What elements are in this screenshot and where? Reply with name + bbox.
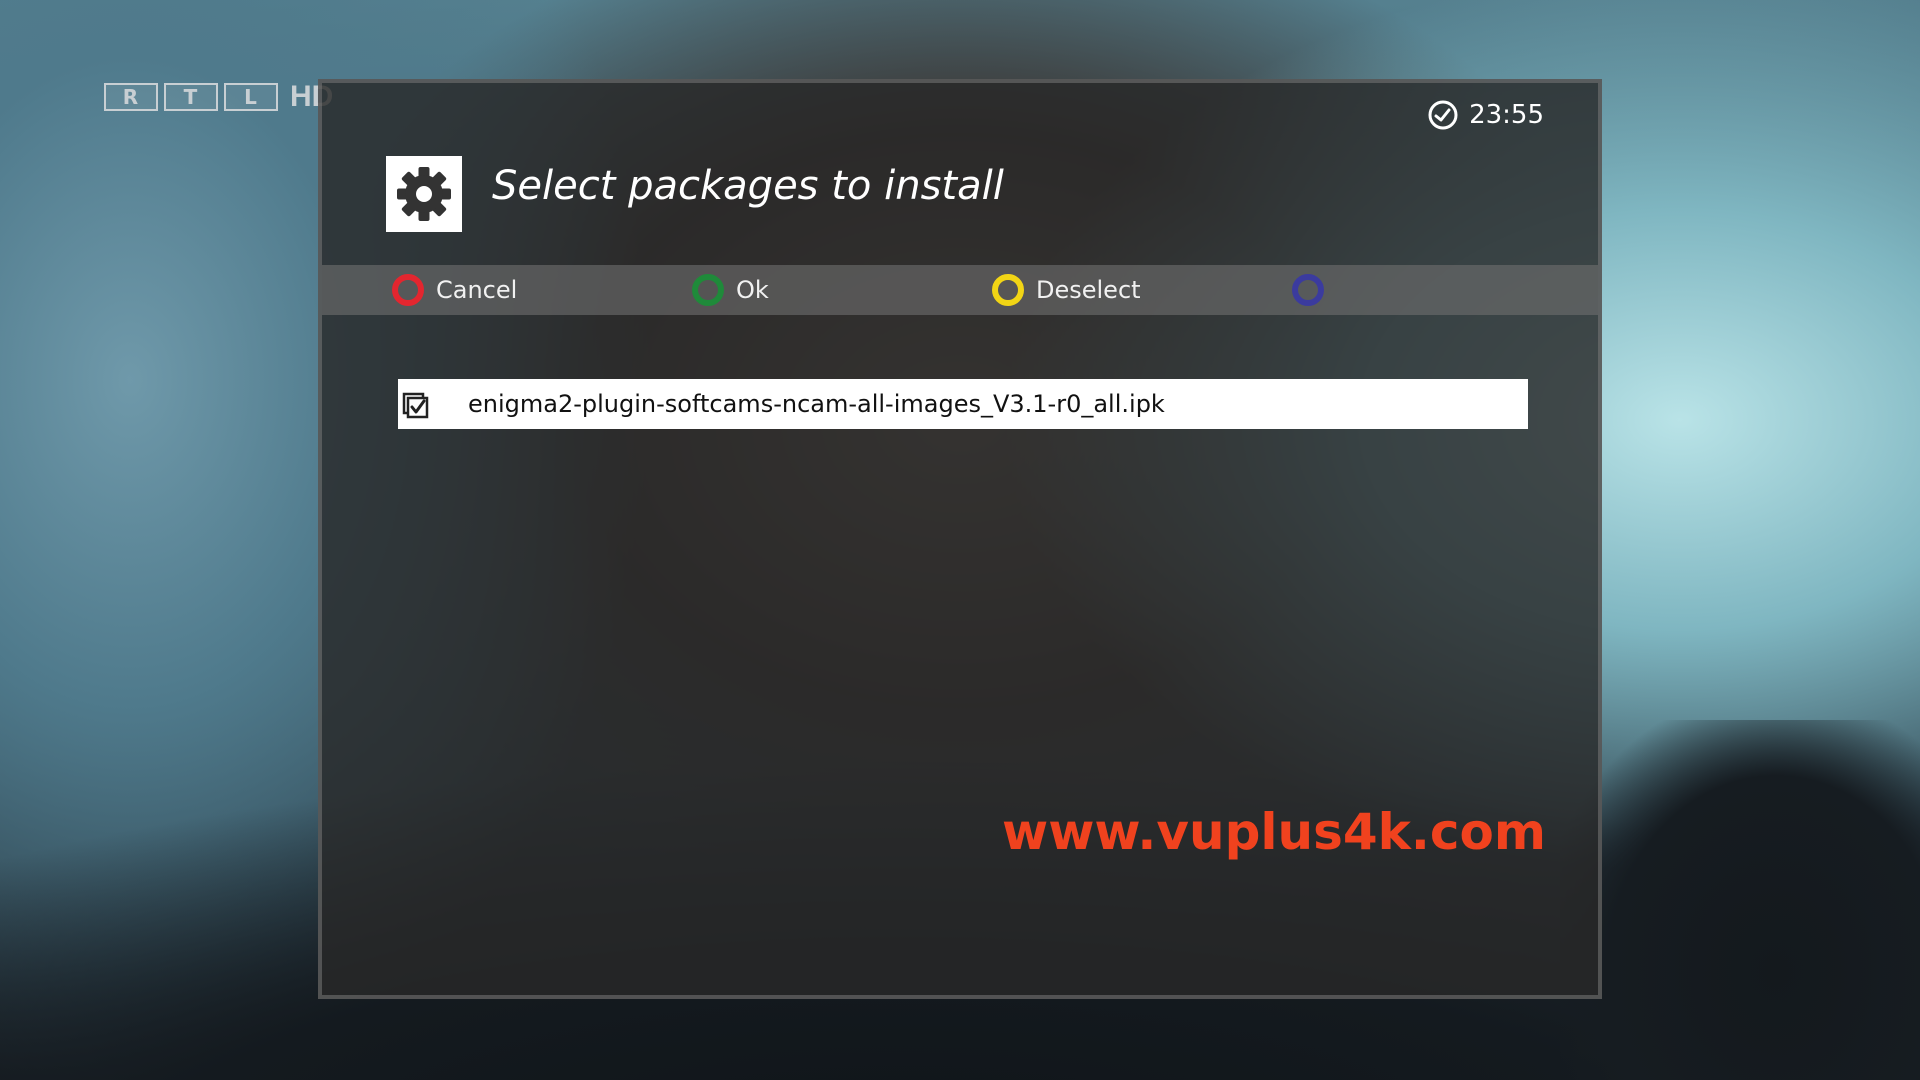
channel-logo-letter-r: R [104, 83, 158, 111]
clock: 23:55 [1427, 99, 1544, 131]
clock-time: 23:55 [1469, 100, 1544, 130]
deselect-button-label: Deselect [1036, 276, 1141, 304]
package-row[interactable]: enigma2-plugin-softcams-ncam-all-images_… [398, 379, 1528, 429]
ok-button[interactable]: Ok [692, 265, 769, 315]
deselect-button[interactable]: Deselect [992, 265, 1141, 315]
select-packages-dialog: 23:55 Select packages to install Cancel [318, 79, 1602, 999]
channel-logo-letter-t: T [164, 83, 218, 111]
dialog-title: Select packages to install [492, 163, 1004, 209]
yellow-button-icon [992, 274, 1024, 306]
clock-icon [1427, 99, 1459, 131]
ok-button-label: Ok [736, 276, 769, 304]
background-shadow [1560, 720, 1920, 1080]
gear-icon [397, 167, 451, 221]
green-button-icon [692, 274, 724, 306]
color-button-bar: Cancel Ok Deselect [322, 265, 1598, 315]
channel-logo: R T L HD [104, 80, 333, 114]
cancel-button[interactable]: Cancel [392, 265, 517, 315]
watermark-text: www.vuplus4k.com [1002, 803, 1546, 861]
channel-logo-letter-l: L [224, 83, 278, 111]
title-icon-box [386, 156, 462, 232]
blue-button[interactable] [1292, 265, 1336, 315]
blue-button-icon [1292, 274, 1324, 306]
cancel-button-label: Cancel [436, 276, 518, 304]
package-list: enigma2-plugin-softcams-ncam-all-images_… [398, 379, 1528, 429]
checked-checkbox-icon[interactable] [402, 389, 432, 419]
red-button-icon [392, 274, 424, 306]
package-name: enigma2-plugin-softcams-ncam-all-images_… [468, 390, 1165, 418]
